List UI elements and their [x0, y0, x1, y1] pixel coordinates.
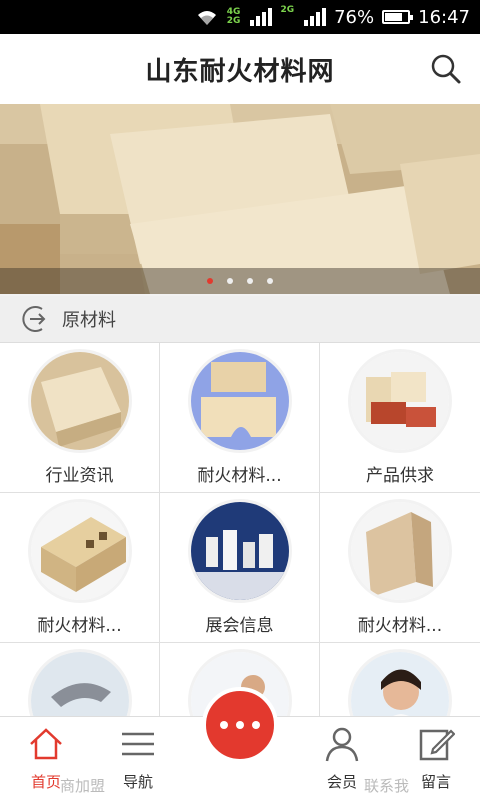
category-grid: 行业资讯 耐火材料... 产品供求 耐火材料... 展会信息 耐火材料... [0, 343, 480, 793]
tab-member[interactable]: 会员 [312, 717, 372, 801]
wifi-icon [195, 8, 219, 26]
carousel-dot[interactable] [267, 278, 273, 284]
edit-icon [417, 725, 456, 763]
tab-navigate[interactable]: 导航 [108, 717, 168, 801]
grid-item-label: 耐火材料... [37, 616, 122, 636]
search-icon[interactable] [430, 53, 462, 85]
thumbnail [348, 499, 452, 603]
tab-label: 首页 [30, 773, 61, 791]
home-icon [27, 725, 65, 763]
grid-item-label: 展会信息 [205, 616, 274, 636]
thumbnail [187, 499, 292, 603]
page-title: 山东耐火材料网 [145, 56, 335, 87]
network-type-2: 2G [280, 5, 295, 15]
signal-icon [250, 8, 273, 26]
grid-item-refractory-3[interactable]: 耐火材料... [320, 493, 480, 643]
grid-item-label: 行业资讯 [45, 466, 114, 486]
thumbnail [27, 499, 132, 603]
grid-item-label: 耐火材料... [357, 616, 443, 636]
user-icon [323, 725, 361, 763]
menu-icon [119, 725, 157, 763]
dot-icon [252, 721, 260, 729]
dot-icon [236, 721, 244, 729]
tab-label: 会员 [326, 773, 357, 791]
carousel-dot[interactable] [247, 278, 253, 284]
grid-item-refractory-1[interactable]: 耐火材料... [160, 343, 320, 493]
grid-item-exhibitions[interactable]: 展会信息 [160, 493, 320, 643]
tab-label: 导航 [122, 773, 153, 791]
tab-message[interactable]: 留言 [406, 717, 466, 801]
banner-carousel[interactable] [0, 104, 480, 294]
more-button[interactable] [202, 687, 278, 763]
carousel-dot[interactable] [227, 278, 233, 284]
enter-circle-icon [22, 304, 52, 334]
clock: 16:47 [418, 6, 470, 28]
grid-item-refractory-2[interactable]: 耐火材料... [0, 493, 160, 643]
thumbnail [27, 349, 132, 453]
carousel-dot[interactable] [207, 278, 213, 284]
section-header[interactable]: 原材料 [0, 296, 480, 343]
signal-icon-2 [304, 8, 327, 26]
bottom-nav: 首页 商加盟 导航 会员 联系我 留言 [0, 687, 480, 801]
battery-percent: 76% [334, 6, 375, 28]
tab-join-label[interactable]: 商加盟 [60, 775, 105, 796]
grid-item-label: 产品供求 [366, 466, 434, 486]
status-bar: 4G 2G 2G 76% 16:47 [0, 0, 480, 34]
thumbnail [187, 349, 292, 453]
banner-image [0, 104, 480, 294]
tab-label: 留言 [420, 773, 451, 791]
battery-icon [382, 10, 414, 24]
app-header: 山东耐火材料网 [0, 34, 480, 105]
section-title: 原材料 [62, 310, 116, 331]
grid-item-supply-demand[interactable]: 产品供求 [320, 343, 480, 493]
network-type: 4G 2G [226, 7, 241, 26]
grid-item-label: 耐火材料... [197, 466, 282, 486]
carousel-indicator [0, 268, 480, 294]
dot-icon [220, 721, 228, 729]
grid-item-industry-news[interactable]: 行业资讯 [0, 343, 160, 493]
tab-contact-label[interactable]: 联系我 [364, 775, 409, 796]
thumbnail [348, 349, 452, 453]
